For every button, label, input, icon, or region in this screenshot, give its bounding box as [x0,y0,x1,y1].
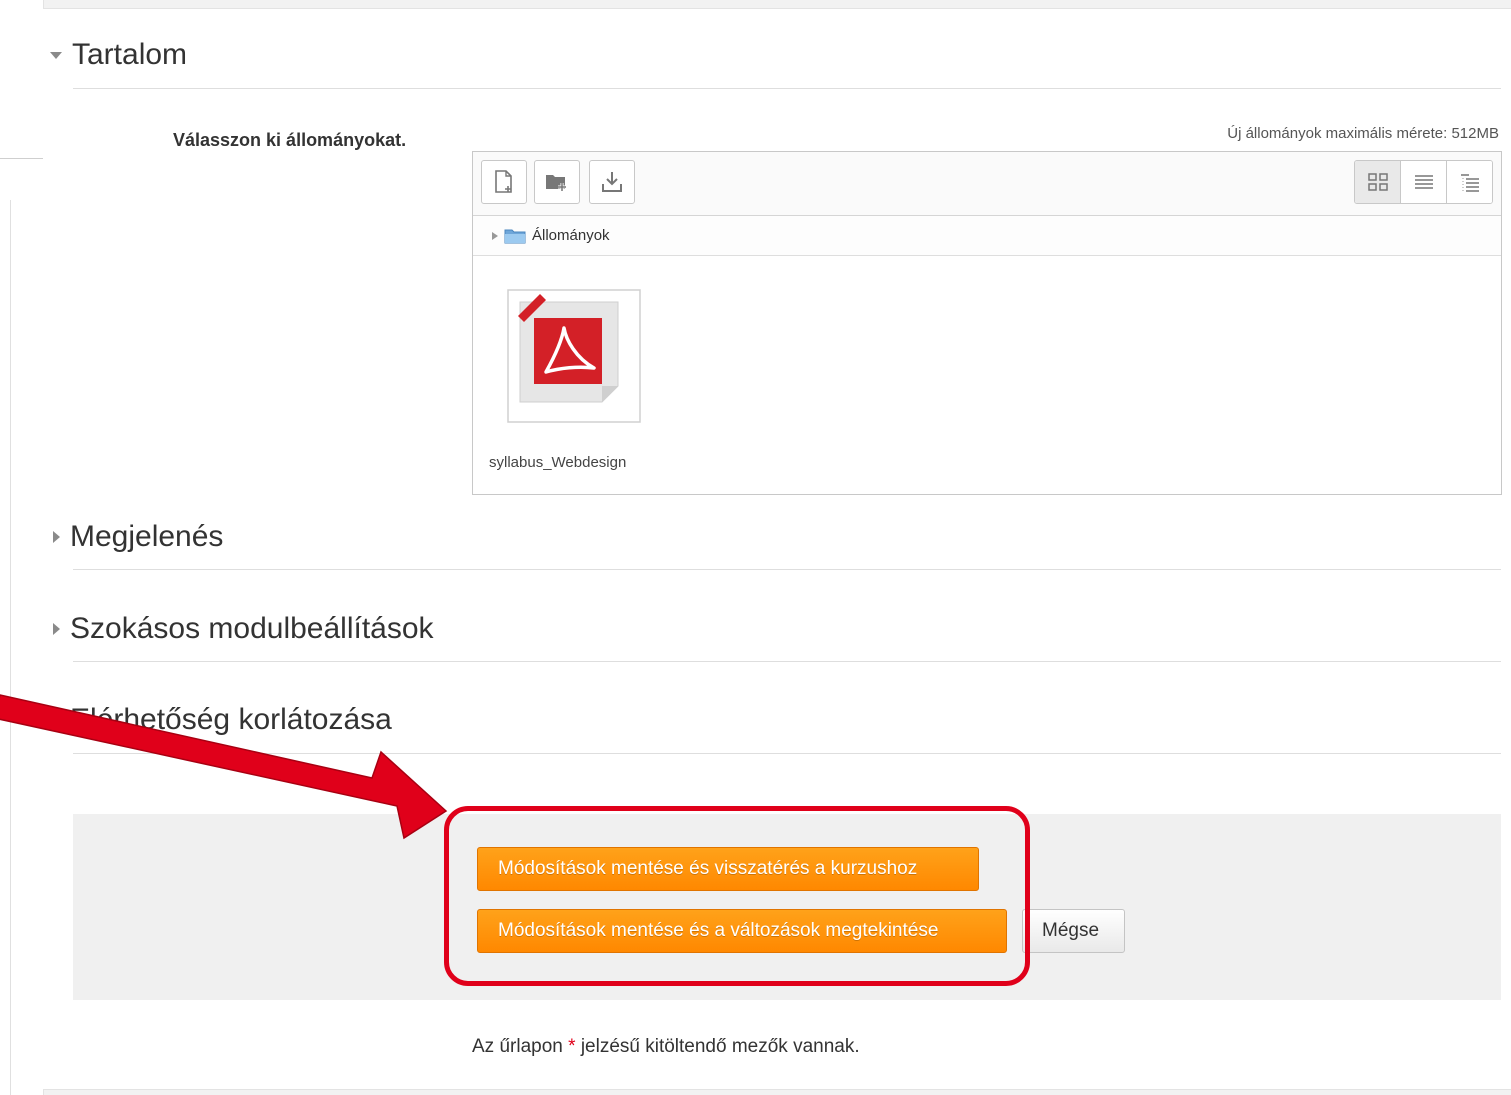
list-view-icon [1414,175,1433,189]
section-divider [73,569,1501,570]
collapse-down-icon [50,51,62,59]
section-common-settings-header[interactable]: Szokásos modulbeállítások [50,612,434,646]
required-note-suffix: jelzésű kitöltendő mezők vannak. [580,1036,860,1057]
download-icon [602,172,622,192]
left-sidebar-divider [0,158,43,159]
file-manager-path-bar[interactable]: Állományok [473,216,1501,256]
path-root-label: Állományok [532,227,610,244]
grid-view-button[interactable] [1355,161,1400,203]
left-sidebar-edge [0,0,44,1095]
pdf-file-icon [507,289,641,423]
list-view-button[interactable] [1400,161,1446,203]
required-star-icon: * [568,1036,576,1057]
create-folder-button[interactable] [534,160,580,204]
section-common-settings-title: Szokásos modulbeállítások [70,612,434,645]
add-file-button[interactable] [481,160,527,204]
max-file-size-note: Új állományok maximális mérete: 512MB [1227,125,1499,142]
file-manager-toolbar [473,152,1501,216]
download-all-button[interactable] [589,160,635,204]
section-appearance-title: Megjelenés [70,520,224,553]
expand-right-icon [492,231,498,240]
annotation-highlight-box [444,806,1030,986]
section-divider [73,88,1501,89]
create-folder-icon [546,175,566,191]
grid-view-icon [1367,173,1388,191]
required-fields-note: Az űrlapon * jelzésű kitöltendő mezők va… [472,1036,860,1058]
expand-right-icon [53,714,60,726]
section-divider [73,661,1501,662]
section-restrict-access-header[interactable]: Elérhetőség korlátozása [50,703,392,737]
expand-right-icon [53,623,60,635]
file-manager: Állományok syllabus_Webdesign [472,151,1502,495]
cancel-button[interactable]: Mégse [1022,909,1125,953]
section-appearance-header[interactable]: Megjelenés [50,520,223,554]
tree-view-icon [1460,174,1479,192]
view-switcher [1354,160,1493,204]
required-note-prefix: Az űrlapon [472,1036,563,1057]
file-picker-label: Válasszon ki állományokat. [173,130,407,150]
section-divider [73,753,1501,754]
file-name[interactable]: syllabus_Webdesign [489,454,626,471]
section-restrict-access-title: Elérhetőség korlátozása [70,703,392,736]
add-file-icon [495,170,512,193]
file-item[interactable] [506,288,642,424]
expand-right-icon [53,531,60,543]
left-sidebar-border [10,200,11,1095]
folder-icon [504,229,526,243]
tree-view-button[interactable] [1446,161,1492,203]
section-content-header[interactable]: Tartalom [50,38,187,72]
section-content-title: Tartalom [72,38,188,71]
